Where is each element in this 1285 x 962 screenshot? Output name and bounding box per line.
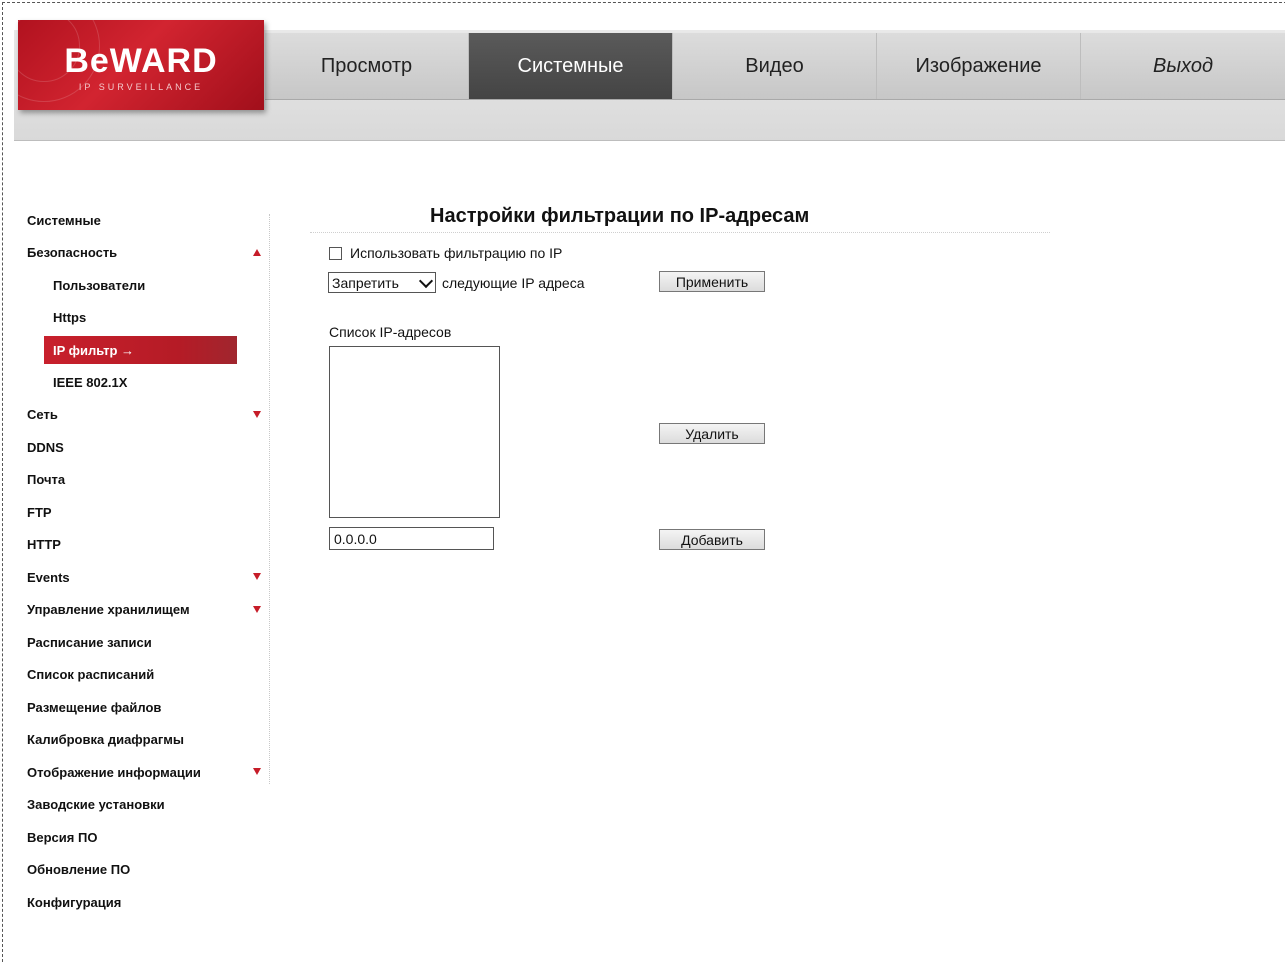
sidebar-item-label: Заводские установки [27,797,165,813]
use-filter-checkbox[interactable] [329,246,342,260]
mode-select[interactable]: Запретить [328,272,436,293]
sidebar-item-ftp[interactable]: FTP [27,496,272,529]
sidebar: Системные Безопасность Пользователи Http… [27,204,272,919]
mode-select-value: Запретить [332,274,399,291]
sidebar-item-schedule-list[interactable]: Список расписаний [27,659,272,692]
sidebar-item-label: Почта [27,472,66,488]
sidebar-item-label: Расписание записи [27,634,152,650]
use-filter-row: Использовать фильтрацию по IP [329,245,562,261]
sidebar-item-network[interactable]: Сеть [27,399,272,432]
sidebar-item-label: Events [27,569,70,585]
beward-logo[interactable]: BeWARD IP SURVEILLANCE [18,20,264,110]
sidebar-item-storage[interactable]: Управление хранилищем [27,594,272,627]
sidebar-item-label: IEEE 802.1X [53,374,128,390]
tab-image[interactable]: Изображение [877,33,1081,99]
sidebar-item-label: HTTP [27,537,61,553]
mode-row: Запретить следующие IP адреса [328,272,585,293]
sidebar-item-label: Сеть [27,407,58,423]
sidebar-item-security[interactable]: Безопасность [27,237,272,270]
sidebar-item-file-placement[interactable]: Размещение файлов [27,691,272,724]
sidebar-item-label: Безопасность [27,245,118,261]
delete-button[interactable]: Удалить [659,423,765,444]
ip-list-label: Список IP-адресов [329,324,452,340]
header-divider [14,140,1285,141]
tab-system[interactable]: Системные [469,33,673,99]
expand-arrow-icon[interactable] [253,605,261,613]
use-filter-label: Использовать фильтрацию по IP [350,245,563,261]
sidebar-item-label: IP фильтр → [53,342,135,358]
sidebar-item-label: Версия ПО [27,829,98,845]
logo-subtitle: IP SURVEILLANCE [78,82,204,92]
sidebar-item-firmware-version[interactable]: Версия ПО [27,821,272,854]
sidebar-item-label: Управление хранилищем [27,602,190,618]
expand-arrow-icon[interactable] [253,573,261,580]
sidebar-item-label: DDNS [27,439,64,455]
sidebar-item-label: Калибровка диафрагмы [27,732,184,748]
expand-arrow-icon[interactable] [253,768,261,775]
sidebar-item-ip-filter[interactable]: IP фильтр → [44,336,237,364]
sidebar-item-info-display[interactable]: Отображение информации [27,756,272,789]
sidebar-item-label: Список расписаний [27,667,155,683]
tab-logout[interactable]: Выход [1081,33,1285,99]
sidebar-item-configuration[interactable]: Конфигурация [27,886,272,919]
tab-video[interactable]: Видео [673,33,877,99]
add-button[interactable]: Добавить [659,529,765,550]
sidebar-item-label: Https [53,310,87,326]
sidebar-item-label: Конфигурация [27,894,122,910]
sidebar-item-users[interactable]: Пользователи [27,269,272,302]
sidebar-item-label: Системные [27,212,101,228]
tab-view[interactable]: Просмотр [265,33,469,99]
title-divider [310,232,1050,234]
sidebar-item-label: Обновление ПО [27,862,131,878]
ip-list[interactable] [329,346,500,518]
sidebar-item-events[interactable]: Events [27,561,272,594]
page-title: Настройки фильтрации по IP-адресам [430,205,810,227]
sidebar-item-label: Размещение файлов [27,699,162,715]
sidebar-item-record-schedule[interactable]: Расписание записи [27,626,272,659]
collapse-arrow-icon[interactable] [253,248,261,256]
sidebar-item-factory-defaults[interactable]: Заводские установки [27,789,272,822]
apply-button[interactable]: Применить [659,271,765,292]
sidebar-item-label: Отображение информации [27,764,201,780]
sidebar-item-label: Пользователи [53,277,146,293]
mode-suffix-label: следующие IP адреса [442,274,585,291]
sidebar-item-firmware-update[interactable]: Обновление ПО [27,854,272,887]
ip-address-input[interactable]: 0.0.0.0 [329,527,494,550]
sidebar-item-mail[interactable]: Почта [27,464,272,497]
sidebar-item-ddns[interactable]: DDNS [27,431,272,464]
sidebar-item-iris-calibration[interactable]: Калибровка диафрагмы [27,724,272,757]
sidebar-item-https[interactable]: Https [27,302,272,335]
logo-text: BeWARD [64,42,218,80]
sidebar-item-system[interactable]: Системные [27,204,272,237]
expand-arrow-icon[interactable] [253,410,261,418]
main-nav: Просмотр Системные Видео Изображение Вых… [265,32,1285,100]
sidebar-item-label: FTP [27,504,52,520]
sidebar-item-http[interactable]: HTTP [27,529,272,562]
sidebar-item-ieee8021x[interactable]: IEEE 802.1X [27,366,272,399]
chevron-down-icon [418,273,434,289]
